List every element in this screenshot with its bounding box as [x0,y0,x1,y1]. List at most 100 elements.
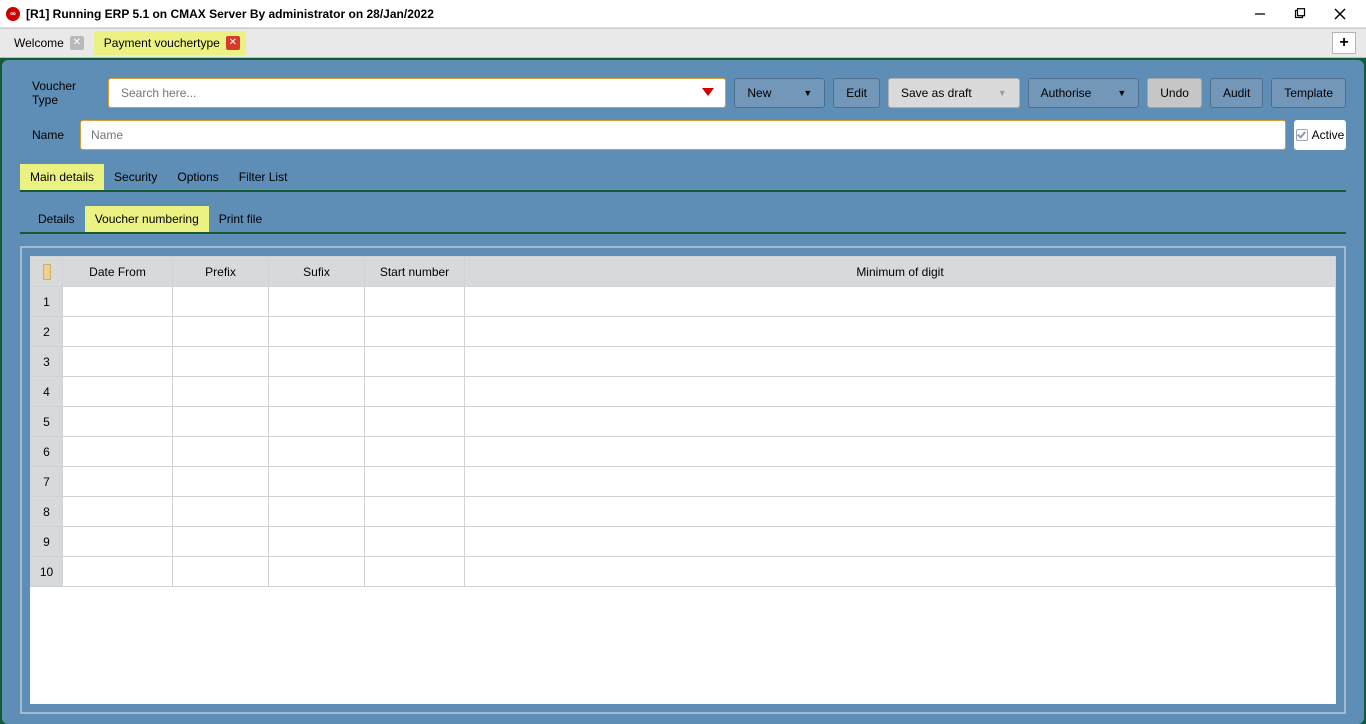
grid-cell[interactable] [465,557,1336,587]
col-min-digit[interactable]: Minimum of digit [465,257,1336,287]
tab-payment-vouchertype[interactable]: Payment vouchertype ✕ [94,31,246,55]
save-as-draft-button[interactable]: Save as draft ▼ [888,78,1020,108]
grid-cell[interactable] [269,527,365,557]
grid-cell[interactable] [63,497,173,527]
tab-security[interactable]: Security [104,164,167,190]
grid-cell[interactable] [269,347,365,377]
row-number[interactable]: 10 [31,557,63,587]
tab-main-details[interactable]: Main details [20,164,104,190]
table-row[interactable]: 8 [31,497,1336,527]
grid-cell[interactable] [465,467,1336,497]
grid-cell[interactable] [365,467,465,497]
grid-cell[interactable] [173,377,269,407]
col-prefix[interactable]: Prefix [173,257,269,287]
grid-cell[interactable] [63,467,173,497]
grid-cell[interactable] [465,527,1336,557]
row-number[interactable]: 9 [31,527,63,557]
add-tab-button[interactable]: + [1332,32,1356,54]
grid-cell[interactable] [365,557,465,587]
table-row[interactable]: 9 [31,527,1336,557]
grid-cell[interactable] [269,467,365,497]
grid-cell[interactable] [269,317,365,347]
grid-cell[interactable] [365,287,465,317]
grid-cell[interactable] [173,527,269,557]
row-number[interactable]: 1 [31,287,63,317]
grid-cell[interactable] [63,377,173,407]
grid-cell[interactable] [173,497,269,527]
grid-cell[interactable] [269,407,365,437]
grid-cell[interactable] [173,347,269,377]
grid-cell[interactable] [465,377,1336,407]
grid-cell[interactable] [173,317,269,347]
table-row[interactable]: 10 [31,557,1336,587]
grid-cell[interactable] [63,557,173,587]
table-row[interactable]: 2 [31,317,1336,347]
grid-cell[interactable] [365,527,465,557]
search-input[interactable] [119,85,701,101]
grid-cell[interactable] [365,407,465,437]
tab-welcome[interactable]: Welcome ✕ [4,31,90,55]
tab-options[interactable]: Options [167,164,228,190]
grid-cell[interactable] [365,377,465,407]
grid-cell[interactable] [269,497,365,527]
grid-cell[interactable] [173,407,269,437]
tab-details[interactable]: Details [28,206,85,232]
grid-cell[interactable] [269,557,365,587]
grid-cell[interactable] [365,317,465,347]
row-number[interactable]: 5 [31,407,63,437]
close-icon[interactable]: ✕ [226,36,240,50]
grid-cell[interactable] [365,437,465,467]
grid-cell[interactable] [365,497,465,527]
close-icon[interactable]: ✕ [70,36,84,50]
new-button[interactable]: New ▼ [734,78,825,108]
authorise-button[interactable]: Authorise ▼ [1028,78,1140,108]
grid-cell[interactable] [173,557,269,587]
tab-voucher-numbering[interactable]: Voucher numbering [85,206,209,232]
grid-cell[interactable] [269,437,365,467]
maximize-button[interactable] [1280,0,1320,28]
grid-cell[interactable] [63,407,173,437]
tab-filter-list[interactable]: Filter List [229,164,298,190]
grid-cell[interactable] [63,527,173,557]
col-suffix[interactable]: Sufix [269,257,365,287]
audit-button[interactable]: Audit [1210,78,1263,108]
table-row[interactable]: 3 [31,347,1336,377]
grid-cell[interactable] [465,437,1336,467]
row-number[interactable]: 2 [31,317,63,347]
row-number[interactable]: 8 [31,497,63,527]
grid-cell[interactable] [465,287,1336,317]
undo-button[interactable]: Undo [1147,78,1202,108]
row-number[interactable]: 6 [31,437,63,467]
table-row[interactable]: 5 [31,407,1336,437]
grid-cell[interactable] [63,437,173,467]
chevron-down-icon[interactable] [701,86,715,100]
row-number[interactable]: 4 [31,377,63,407]
grid-cell[interactable] [63,287,173,317]
grid-cell[interactable] [365,347,465,377]
grid-cell[interactable] [269,377,365,407]
grid-cell[interactable] [269,287,365,317]
edit-button[interactable]: Edit [833,78,880,108]
row-number[interactable]: 7 [31,467,63,497]
minimize-button[interactable] [1240,0,1280,28]
row-selector-header[interactable] [31,257,63,287]
table-row[interactable]: 6 [31,437,1336,467]
grid-cell[interactable] [173,437,269,467]
col-date-from[interactable]: Date From [63,257,173,287]
table-row[interactable]: 4 [31,377,1336,407]
grid-cell[interactable] [465,407,1336,437]
tab-print-file[interactable]: Print file [209,206,272,232]
grid-cell[interactable] [173,287,269,317]
close-button[interactable] [1320,0,1360,28]
row-number[interactable]: 3 [31,347,63,377]
grid-cell[interactable] [465,497,1336,527]
grid-cell[interactable] [465,347,1336,377]
grid-cell[interactable] [63,347,173,377]
table-row[interactable]: 7 [31,467,1336,497]
template-button[interactable]: Template [1271,78,1346,108]
grid-cell[interactable] [465,317,1336,347]
voucher-type-search[interactable] [108,78,726,108]
active-checkbox[interactable]: Active [1294,120,1346,150]
grid-cell[interactable] [63,317,173,347]
grid-cell[interactable] [173,467,269,497]
